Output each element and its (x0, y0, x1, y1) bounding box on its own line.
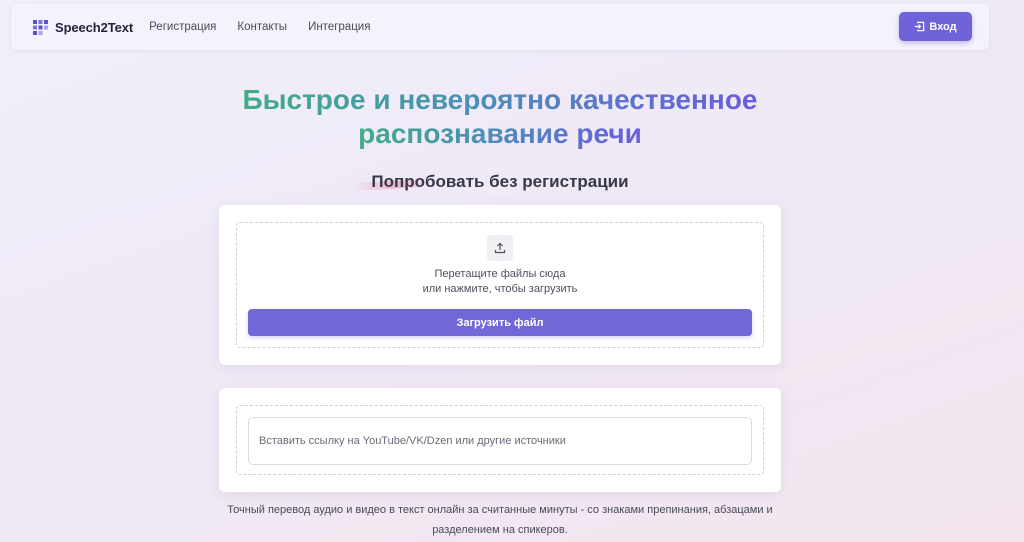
login-label: Вход (929, 20, 957, 33)
upload-icon (487, 235, 513, 261)
top-navbar: Speech2Text Регистрация Контакты Интегра… (11, 4, 989, 50)
description-text: Точный перевод аудио и видео в текст онл… (200, 500, 800, 540)
subtitle: Попробовать без регистрации (0, 172, 1000, 192)
hero-title-line1: Быстрое и невероятно качественное (242, 84, 758, 115)
logo-text: Speech2Text (55, 19, 134, 35)
dropzone-line1: Перетащите файлы сюда (434, 268, 566, 280)
dropzone-text: Перетащите файлы сюда или нажмите, чтобы… (237, 267, 763, 297)
description-line2: разделением на спикеров. (432, 524, 568, 536)
file-dropzone[interactable]: Перетащите файлы сюда или нажмите, чтобы… (236, 222, 764, 348)
upload-card: Перетащите файлы сюда или нажмите, чтобы… (219, 205, 781, 365)
link-card (219, 388, 781, 492)
link-dropzone (236, 405, 764, 475)
source-url-input[interactable] (248, 417, 752, 465)
logo[interactable]: Speech2Text (33, 19, 134, 35)
hero-title: Быстрое и невероятно качественное распоз… (0, 83, 1000, 151)
login-button[interactable]: Вход (899, 12, 972, 41)
hero-title-line2: распознавание речи (358, 118, 642, 149)
login-icon (915, 21, 925, 32)
description-line1: Точный перевод аудио и видео в текст онл… (227, 504, 773, 516)
nav-link-integration[interactable]: Интеграция (308, 21, 370, 33)
dropzone-line2: или нажмите, чтобы загрузить (422, 283, 578, 295)
logo-icon (33, 19, 48, 35)
nav-link-contacts[interactable]: Контакты (237, 21, 287, 33)
nav-link-registration[interactable]: Регистрация (149, 21, 216, 33)
subtitle-text: Попробовать без регистрации (371, 172, 629, 191)
upload-file-button[interactable]: Загрузить файл (248, 309, 752, 336)
